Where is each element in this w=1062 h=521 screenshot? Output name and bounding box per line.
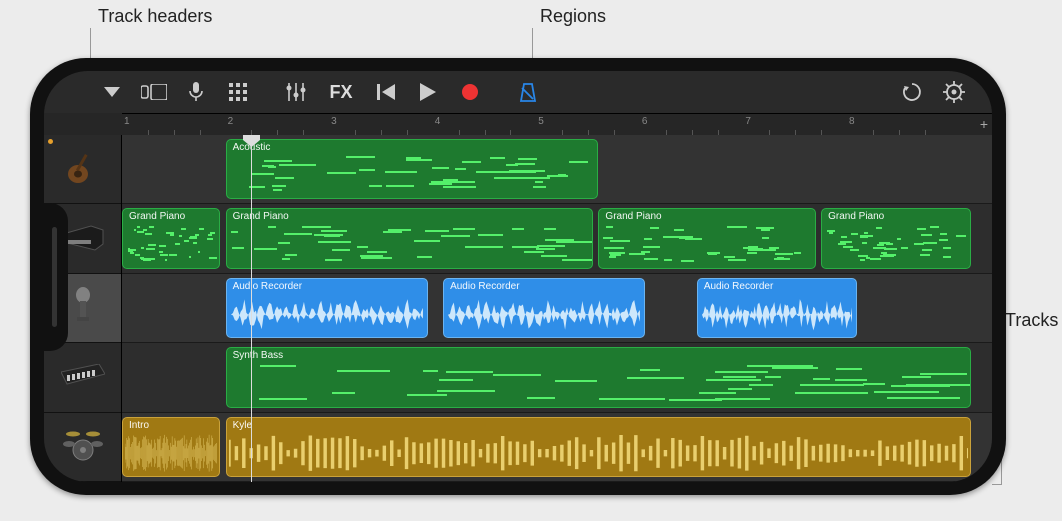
ruler-gutter (44, 113, 122, 135)
home-indicator (52, 227, 57, 327)
region[interactable]: Grand Piano (598, 208, 816, 268)
track-header-guitar[interactable] (44, 135, 121, 204)
record-button[interactable] (450, 77, 490, 107)
region-label: Kyle (233, 420, 252, 431)
ruler[interactable]: + 1 2 3 4 5 6 7 8 (122, 113, 992, 135)
mute-indicator (48, 139, 53, 144)
track-lane-drums[interactable]: Intro Kyle (122, 413, 992, 482)
fx-button[interactable]: FX (318, 77, 364, 107)
track-lane-piano[interactable]: Grand Piano Grand Piano Grand Piano Grand P… (122, 204, 992, 273)
ruler-bar-label: 1 (124, 116, 130, 127)
rewind-button[interactable] (366, 77, 406, 107)
metronome-button[interactable] (508, 77, 548, 107)
region-label: Audio Recorder (233, 281, 302, 292)
ruler-bar-label: 3 (331, 116, 337, 127)
tracks-area[interactable]: AcousticGrand PianoGrand PianoGrand Pian… (122, 135, 992, 482)
region-label: Grand Piano (233, 211, 289, 222)
region[interactable]: Audio Recorder (226, 278, 428, 338)
ruler-bar-label: 2 (228, 116, 234, 127)
mixer-button[interactable] (276, 77, 316, 107)
region[interactable]: Kyle (226, 417, 972, 477)
ruler-bar-label: 7 (745, 116, 751, 127)
view-menu-button[interactable] (92, 77, 132, 107)
ruler-bar-label: 6 (642, 116, 648, 127)
region-label: Synth Bass (233, 350, 284, 361)
region[interactable]: Audio Recorder (697, 278, 858, 338)
guitar-icon (63, 148, 103, 191)
keyboard-icon (61, 364, 105, 391)
region-label: Grand Piano (129, 211, 185, 222)
region[interactable]: Intro (122, 417, 220, 477)
playhead[interactable] (251, 135, 252, 482)
region-label: Intro (129, 420, 149, 431)
grid-button[interactable] (218, 77, 258, 107)
toolbar: FX (44, 71, 992, 113)
drums-icon (61, 428, 105, 465)
ruler-bar-label: 8 (849, 116, 855, 127)
ruler-bar-label: 4 (435, 116, 441, 127)
track-lane-synth[interactable]: Synth Bass (122, 343, 992, 412)
region-label: Audio Recorder (704, 281, 773, 292)
region[interactable]: Grand Piano (821, 208, 971, 268)
region-label: Grand Piano (828, 211, 884, 222)
region[interactable]: Grand Piano (226, 208, 594, 268)
loop-browser-button[interactable] (892, 77, 932, 107)
settings-button[interactable] (934, 77, 974, 107)
play-button[interactable] (408, 77, 448, 107)
region-label: Grand Piano (605, 211, 661, 222)
annotation-track-headers: Track headers (98, 6, 212, 27)
track-header-drums[interactable] (44, 413, 121, 482)
ruler-bar-label: 5 (538, 116, 544, 127)
mic-button[interactable] (176, 77, 216, 107)
annotation-tracks: Tracks (1005, 310, 1058, 331)
region[interactable]: Acoustic (226, 139, 599, 199)
track-view-button[interactable] (134, 77, 174, 107)
track-lane-audio[interactable]: Audio Recorder Audio Recorder Audio Record… (122, 274, 992, 343)
track-header-synth[interactable] (44, 343, 121, 412)
mic-icon (71, 287, 95, 330)
add-bar-button[interactable]: + (980, 116, 988, 132)
annotation-regions: Regions (540, 6, 606, 27)
garageband-app: FX (44, 71, 992, 482)
region[interactable]: Grand Piano (122, 208, 220, 268)
region[interactable]: Synth Bass (226, 347, 972, 407)
region[interactable]: Audio Recorder (443, 278, 645, 338)
device-frame: FX (30, 58, 1006, 495)
region-label: Audio Recorder (450, 281, 519, 292)
